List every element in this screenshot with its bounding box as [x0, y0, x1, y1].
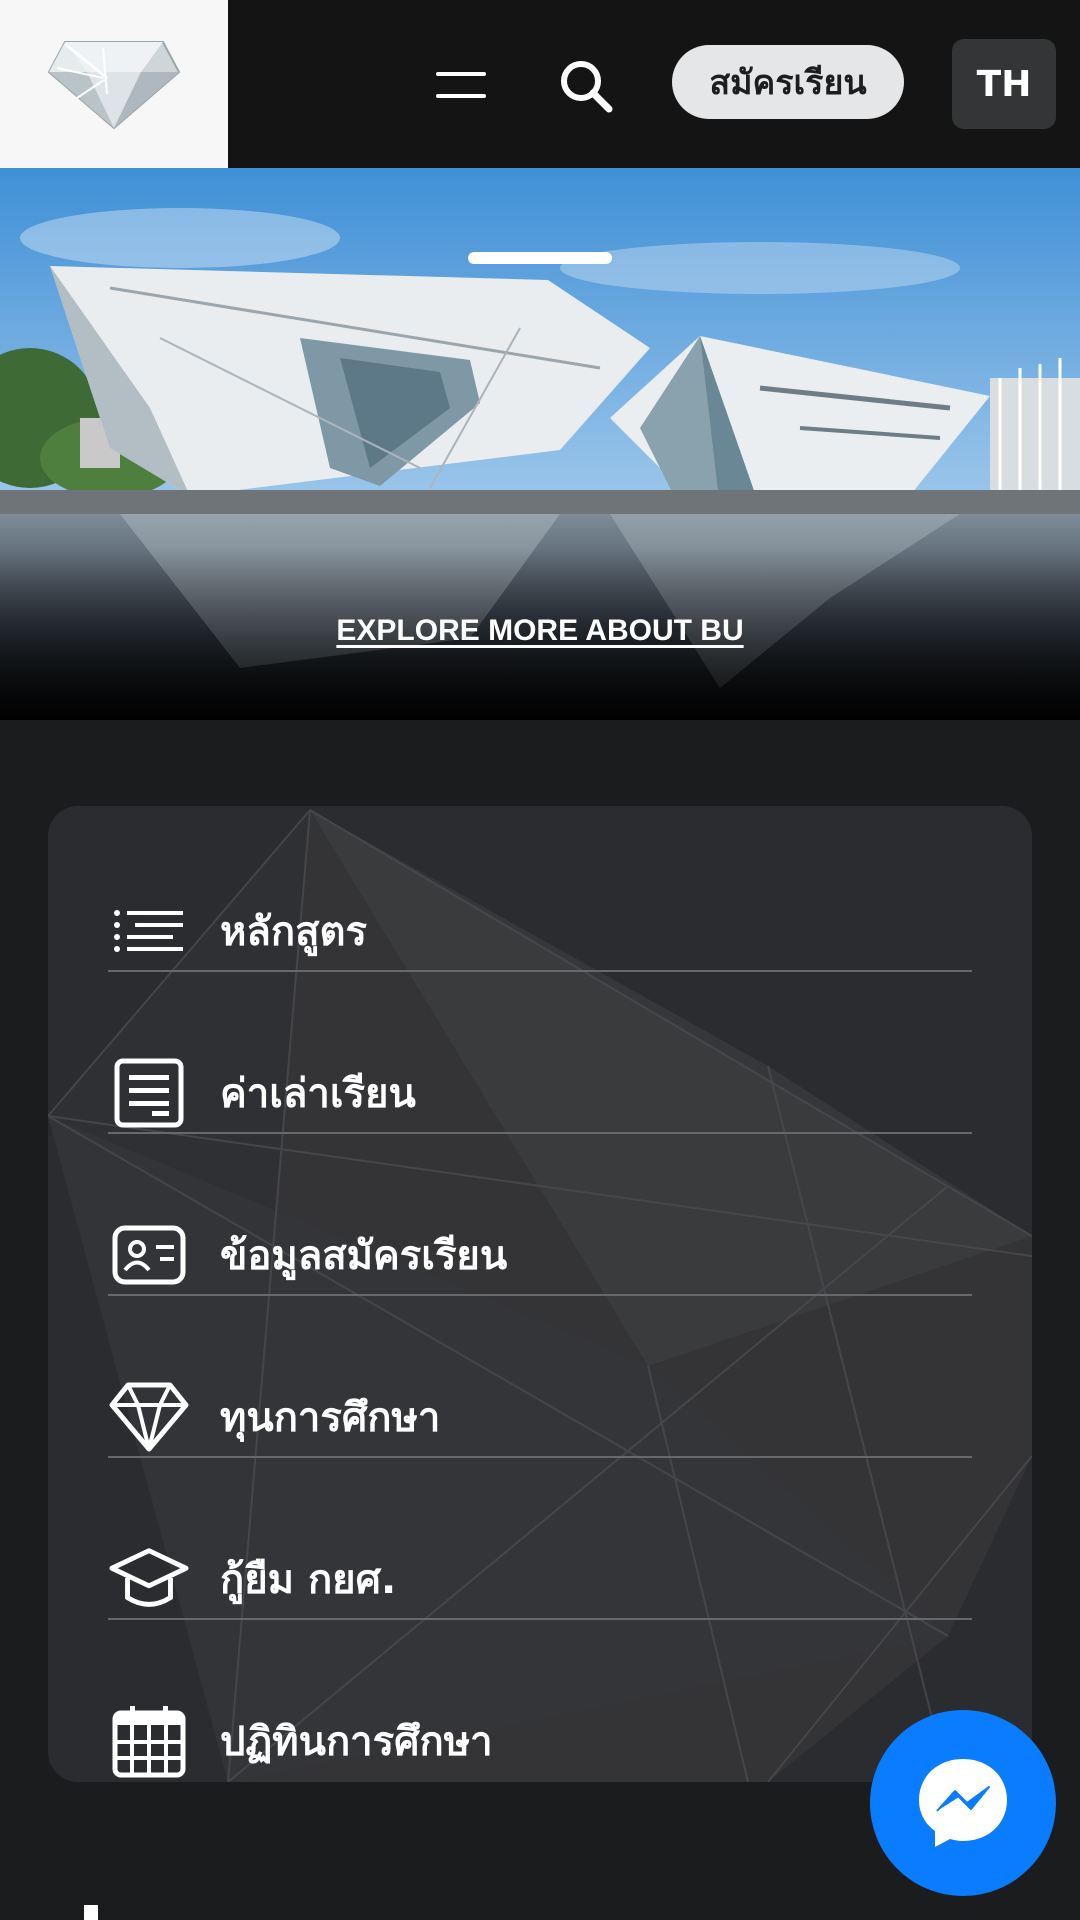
menu-item-label: หลักสูตร — [220, 909, 367, 955]
list-icon — [114, 910, 183, 952]
next-section-heading-fragment — [84, 1905, 98, 1920]
apply-button[interactable]: สมัครเรียน — [672, 45, 904, 119]
menu-item-label: ทุนการศึกษา — [220, 1395, 441, 1441]
menu-item-label: กู้ยืม กยศ. — [220, 1557, 397, 1603]
menu-item-courses[interactable]: หลักสูตร — [108, 850, 972, 1012]
menu-item-label: ปฏิทินการศึกษา — [220, 1719, 493, 1765]
logo[interactable] — [0, 0, 228, 168]
explore-more-link[interactable]: EXPLORE MORE ABOUT BU — [0, 614, 1080, 648]
divider — [108, 1294, 972, 1296]
menu-item-label: ข้อมูลสมัครเรียน — [220, 1233, 508, 1279]
divider — [108, 1132, 972, 1134]
hero-banner: EXPLORE MORE ABOUT BU — [0, 168, 1080, 720]
search-button[interactable] — [556, 56, 616, 116]
diamond-logo-icon — [47, 41, 181, 130]
quick-menu-card: หลักสูตร ค่าเล่าเรียน ข้อมูลสมัครเรียน ท… — [48, 806, 1032, 1782]
menu-item-admission-info[interactable]: ข้อมูลสมัครเรียน — [108, 1174, 972, 1336]
slide-indicator[interactable] — [468, 252, 612, 264]
language-switch-button[interactable]: TH — [952, 39, 1056, 129]
hamburger-menu-icon — [436, 94, 486, 98]
graduation-cap-icon — [109, 1548, 189, 1607]
hamburger-menu-icon — [436, 72, 486, 76]
document-icon — [114, 1058, 184, 1128]
calendar-icon — [112, 1706, 186, 1778]
messenger-chat-button[interactable] — [870, 1710, 1056, 1896]
divider — [108, 1618, 972, 1620]
divider — [108, 970, 972, 972]
top-header: สมัครเรียน TH — [0, 0, 1080, 168]
menu-item-student-loan[interactable]: กู้ยืม กยศ. — [108, 1498, 972, 1660]
menu-item-tuition[interactable]: ค่าเล่าเรียน — [108, 1012, 972, 1174]
diamond-icon — [109, 1382, 189, 1452]
search-icon — [561, 61, 613, 113]
menu-item-label: ค่าเล่าเรียน — [220, 1071, 416, 1117]
menu-button[interactable] — [430, 62, 492, 106]
id-card-icon — [112, 1225, 186, 1285]
divider — [108, 1456, 972, 1458]
messenger-icon — [919, 1759, 1007, 1847]
menu-item-scholarship[interactable]: ทุนการศึกษา — [108, 1336, 972, 1498]
menu-item-academic-calendar[interactable]: ปฏิทินการศึกษา — [108, 1660, 972, 1782]
